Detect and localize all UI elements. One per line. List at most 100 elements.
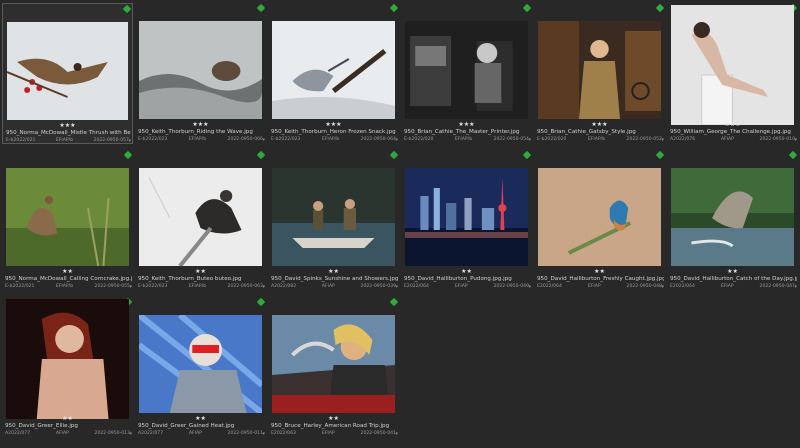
thumbnail-cell[interactable]: ★★ 950_Keith_Thorburn_Buteo buteo.jpg E-b2… bbox=[135, 150, 266, 291]
thumbnail-cell[interactable]: ★★★ 950_Brian_Cathie_The_Master_Printer.j… bbox=[401, 3, 532, 144]
green-flag-icon[interactable] bbox=[788, 150, 798, 160]
chevron-down-icon[interactable]: ▾ bbox=[395, 284, 398, 290]
thumbnail-image[interactable] bbox=[139, 21, 262, 119]
chevron-down-icon[interactable]: ▾ bbox=[395, 137, 398, 143]
thumbnail-image[interactable] bbox=[6, 168, 129, 266]
star-rating[interactable]: ★★★ bbox=[3, 122, 132, 129]
file-meta: E2022/064 EFIAP 2022-0950-048 bbox=[537, 284, 662, 289]
chevron-down-icon[interactable]: ▾ bbox=[129, 284, 132, 290]
file-meta: E-b2022/020 EFIAP/b 2022-0950-052 bbox=[537, 137, 662, 142]
meta-code: E2022/064 bbox=[670, 284, 695, 289]
star-rating[interactable]: ★★ bbox=[534, 268, 665, 275]
star-rating[interactable]: ★★★ bbox=[401, 121, 532, 128]
meta-ref: 2022-0950-063 bbox=[227, 284, 263, 289]
chevron-down-icon[interactable]: ▾ bbox=[794, 137, 797, 143]
green-flag-icon[interactable] bbox=[522, 3, 532, 13]
thumbnail-cell[interactable]: ★★ 950_Bruce_Harley_American Road Trip.jp… bbox=[268, 297, 399, 438]
chevron-down-icon[interactable]: ▾ bbox=[661, 137, 664, 143]
thumbnail-cell[interactable]: ★★ 950_David_Spinks_Sunshine and Showers.… bbox=[268, 150, 399, 291]
green-flag-icon[interactable] bbox=[123, 150, 133, 160]
thumbnail-cell[interactable]: ★★ 950_David_Halliburton_Catch of the Day… bbox=[667, 150, 798, 291]
thumbnail-image[interactable] bbox=[7, 22, 128, 120]
meta-award: EFIAP bbox=[720, 284, 734, 289]
star-rating[interactable]: ★★★ bbox=[135, 121, 266, 128]
green-flag-icon[interactable] bbox=[256, 3, 266, 13]
green-flag-icon[interactable] bbox=[655, 150, 665, 160]
chevron-down-icon[interactable]: ▾ bbox=[528, 284, 531, 290]
thumbnail-cell[interactable]: ★★ 950_David_Greer_Ellie.jpg A2022/077 AFIA… bbox=[2, 297, 133, 438]
thumbnail-image[interactable] bbox=[671, 5, 794, 125]
green-flag-icon[interactable] bbox=[122, 4, 132, 14]
star-rating[interactable]: ★★★ bbox=[667, 121, 798, 128]
star-rating[interactable]: ★★★ bbox=[268, 121, 399, 128]
star-rating[interactable]: ★★ bbox=[667, 268, 798, 275]
chevron-down-icon[interactable]: ▾ bbox=[262, 431, 265, 437]
meta-code: A2022/076 bbox=[670, 137, 696, 142]
green-flag-icon[interactable] bbox=[522, 150, 532, 160]
star-rating[interactable]: ★★ bbox=[268, 268, 399, 275]
green-flag-icon[interactable] bbox=[256, 297, 266, 307]
star-rating[interactable]: ★★ bbox=[135, 268, 266, 275]
star-rating[interactable]: ★★ bbox=[401, 268, 532, 275]
green-flag-icon[interactable] bbox=[655, 3, 665, 13]
meta-ref: 2022-0950-055 bbox=[94, 284, 130, 289]
thumbnail-cell[interactable]: ★★★ 950_Brian_Cathie_Gatsby_Style.jpg E-b2… bbox=[534, 3, 665, 144]
chevron-down-icon[interactable]: ▾ bbox=[661, 284, 664, 290]
star-rating[interactable]: ★★★ bbox=[534, 121, 665, 128]
thumbnail-cell[interactable]: ★★ 950_David_Halliburton_Pudong.jpg.jpg E2… bbox=[401, 150, 532, 291]
chevron-down-icon[interactable]: ▾ bbox=[129, 431, 132, 437]
meta-ref: 2022-0950-057 bbox=[93, 138, 129, 143]
meta-ref: 2022-0950-013 bbox=[94, 431, 130, 436]
star-rating[interactable]: ★★ bbox=[135, 415, 266, 422]
star-rating[interactable]: ★★ bbox=[2, 415, 133, 422]
meta-code: E-b2022/023 bbox=[138, 284, 168, 289]
thumbnail-image[interactable] bbox=[405, 168, 528, 266]
file-name: 950_David_Greer_Gained Heat.jpg bbox=[138, 423, 235, 429]
chevron-down-icon[interactable]: ▾ bbox=[395, 431, 398, 437]
star-rating[interactable]: ★★ bbox=[268, 415, 399, 422]
meta-award: EFIAP bbox=[321, 431, 335, 436]
thumbnail-image[interactable] bbox=[405, 21, 528, 119]
chevron-down-icon[interactable]: ▾ bbox=[262, 137, 265, 143]
file-name: 950_Norma_McDowall_Calling Corncrake.jpg… bbox=[5, 276, 132, 282]
green-flag-icon[interactable] bbox=[389, 3, 399, 13]
meta-code: E2022/063 bbox=[271, 431, 296, 436]
green-flag-icon[interactable] bbox=[389, 150, 399, 160]
meta-ref: 2022-0950-054 bbox=[493, 137, 529, 142]
thumbnail-image[interactable] bbox=[671, 168, 794, 266]
thumbnail-image[interactable] bbox=[272, 168, 395, 266]
thumbnail-cell[interactable]: ★★ 950_Norma_McDowall_Calling Corncrake.j… bbox=[2, 150, 133, 291]
thumbnail-image[interactable] bbox=[272, 21, 395, 119]
chevron-down-icon[interactable]: ▾ bbox=[128, 138, 131, 144]
file-name: 950_David_Halliburton_Freshly Caught.jpg… bbox=[537, 276, 664, 282]
green-flag-icon[interactable] bbox=[389, 297, 399, 307]
meta-code: A2022/077 bbox=[138, 431, 164, 436]
thumbnail-image[interactable] bbox=[538, 21, 661, 119]
thumbnail-image[interactable] bbox=[139, 315, 262, 413]
file-name: 950_David_Greer_Ellie.jpg bbox=[5, 423, 78, 429]
chevron-down-icon[interactable]: ▾ bbox=[262, 284, 265, 290]
file-meta: E-b2022/020 EFIAP/b 2022-0950-054 bbox=[404, 137, 529, 142]
thumbnail-image[interactable] bbox=[6, 299, 129, 419]
chevron-down-icon[interactable]: ▾ bbox=[528, 137, 531, 143]
green-flag-icon[interactable] bbox=[256, 150, 266, 160]
thumbnail-cell[interactable]: ★★★ 950_Norma_McDowall_Mistle Thrush with… bbox=[2, 3, 133, 144]
thumbnail-cell[interactable]: ★★ 950_David_Greer_Gained Heat.jpg A2022/0… bbox=[135, 297, 266, 438]
file-meta: E2022/064 EFIAP 2022-0950-047 bbox=[670, 284, 795, 289]
thumbnail-image[interactable] bbox=[538, 168, 661, 266]
thumbnail-cell[interactable]: ★★★ 950_William_George_The Challenge.jpg.… bbox=[667, 3, 798, 144]
meta-ref: 2022-0950-052 bbox=[626, 137, 662, 142]
file-name: 950_David_Spinks_Sunshine and Showers.jp… bbox=[271, 276, 398, 282]
meta-award: EFIAP/b bbox=[321, 137, 340, 142]
chevron-down-icon[interactable]: ▾ bbox=[794, 284, 797, 290]
star-rating[interactable]: ★★ bbox=[2, 268, 133, 275]
thumbnail-cell[interactable]: ★★★ 950_Keith_Thorburn_Riding the Wave.jp… bbox=[135, 3, 266, 144]
thumbnail-cell[interactable]: ★★ 950_David_Halliburton_Freshly Caught.j… bbox=[534, 150, 665, 291]
thumbnail-cell[interactable]: ★★★ 950_Keith_Thorburn_Heron Frozen Snack… bbox=[268, 3, 399, 144]
meta-award: AFIAP bbox=[321, 284, 335, 289]
file-meta: A2022/076 AFIAP 2022-0950-010 bbox=[670, 137, 795, 142]
thumbnail-image[interactable] bbox=[139, 168, 262, 266]
thumbnail-image[interactable] bbox=[272, 315, 395, 413]
meta-code: E2022/064 bbox=[537, 284, 562, 289]
file-meta: E-b2022/021 EFIAP/b 2022-0950-057 bbox=[6, 138, 129, 143]
